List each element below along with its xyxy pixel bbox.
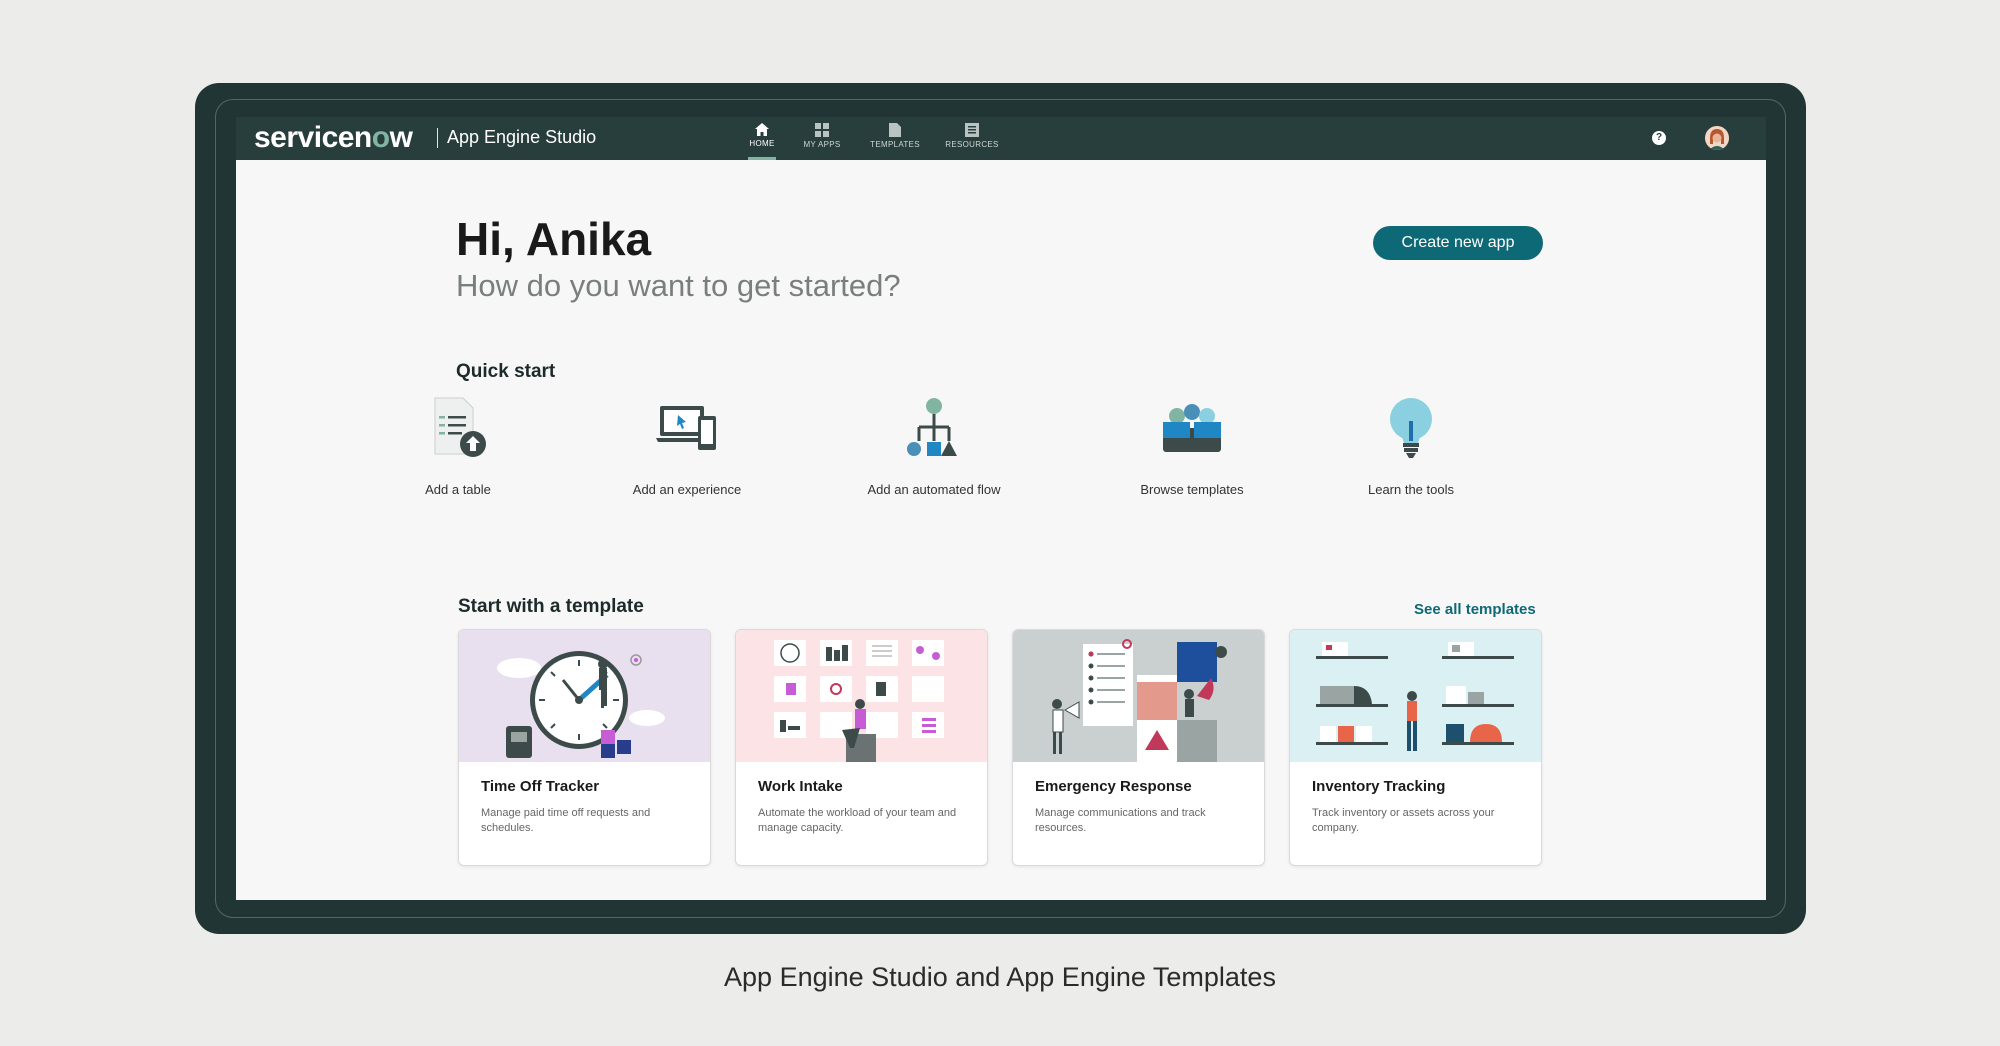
card-description: Automate the workload of your team and m… — [758, 806, 968, 836]
main-content: Hi, Anika How do you want to get started… — [236, 160, 1766, 900]
card-description: Track inventory or assets across your co… — [1312, 806, 1522, 836]
lightbulb-icon — [1311, 393, 1511, 465]
servicenow-logo[interactable]: servicenow — [254, 119, 412, 157]
devices-icon — [587, 393, 787, 465]
template-card-time-off[interactable]: Time Off Tracker Manage paid time off re… — [458, 629, 711, 866]
card-title: Inventory Tracking — [1312, 778, 1445, 795]
card-description: Manage communications and track resource… — [1035, 806, 1245, 836]
time-off-illustration — [459, 630, 710, 762]
work-intake-illustration — [736, 630, 987, 762]
quick-start-label: Learn the tools — [1311, 482, 1511, 497]
template-card-inventory-tracking[interactable]: Inventory Tracking Track inventory or as… — [1289, 629, 1542, 866]
quick-start-add-flow[interactable]: Add an automated flow — [834, 393, 1034, 497]
greeting-heading: Hi, Anika — [456, 212, 651, 266]
slide-caption: App Engine Studio and App Engine Templat… — [0, 962, 2000, 993]
quick-start-learn-tools[interactable]: Learn the tools — [1311, 393, 1511, 497]
table-upload-icon — [358, 393, 558, 465]
app-name: App Engine Studio — [447, 127, 596, 148]
see-all-templates-link[interactable]: See all templates — [1414, 601, 1536, 618]
help-icon[interactable]: ? — [1652, 131, 1666, 145]
quick-start-add-experience[interactable]: Add an experience — [587, 393, 787, 497]
nav-home-label: HOME — [749, 139, 774, 148]
flow-icon — [834, 393, 1034, 465]
card-description: Manage paid time off requests and schedu… — [481, 806, 691, 836]
emergency-response-illustration — [1013, 630, 1264, 762]
top-navigation-bar: servicenow App Engine Studio HOME MY APP… — [236, 117, 1766, 160]
device-frame: servicenow App Engine Studio HOME MY APP… — [195, 83, 1806, 934]
nav-my-apps-label: MY APPS — [803, 140, 840, 149]
quick-start-add-table[interactable]: Add a table — [358, 393, 558, 497]
card-title: Emergency Response — [1035, 778, 1192, 795]
card-title: Work Intake — [758, 778, 843, 795]
nav-resources-label: RESOURCES — [945, 140, 998, 149]
template-card-emergency-response[interactable]: Emergency Response Manage communications… — [1012, 629, 1265, 866]
quick-start-browse-templates[interactable]: Browse templates — [1092, 393, 1292, 497]
templates-heading: Start with a template — [458, 596, 644, 618]
grid-icon — [815, 123, 829, 137]
greeting-subtitle: How do you want to get started? — [456, 268, 901, 304]
quick-start-heading: Quick start — [456, 361, 555, 383]
quick-start-label: Add a table — [358, 482, 558, 497]
user-avatar[interactable] — [1705, 126, 1729, 150]
inventory-tracking-illustration — [1290, 630, 1541, 762]
document-icon — [889, 123, 901, 137]
templates-box-icon — [1092, 393, 1292, 465]
logo-divider — [437, 128, 438, 148]
nav-my-apps[interactable]: MY APPS — [782, 117, 862, 160]
nav-resources[interactable]: RESOURCES — [932, 117, 1012, 160]
book-icon — [965, 123, 979, 137]
card-title: Time Off Tracker — [481, 778, 599, 795]
template-card-work-intake[interactable]: Work Intake Automate the workload of you… — [735, 629, 988, 866]
app-screen: servicenow App Engine Studio HOME MY APP… — [236, 117, 1766, 900]
create-new-app-button[interactable]: Create new app — [1373, 226, 1543, 260]
home-icon — [755, 123, 769, 136]
quick-start-label: Add an experience — [587, 482, 787, 497]
nav-templates-label: TEMPLATES — [870, 140, 920, 149]
quick-start-label: Browse templates — [1092, 482, 1292, 497]
quick-start-label: Add an automated flow — [834, 482, 1034, 497]
nav-templates[interactable]: TEMPLATES — [855, 117, 935, 160]
